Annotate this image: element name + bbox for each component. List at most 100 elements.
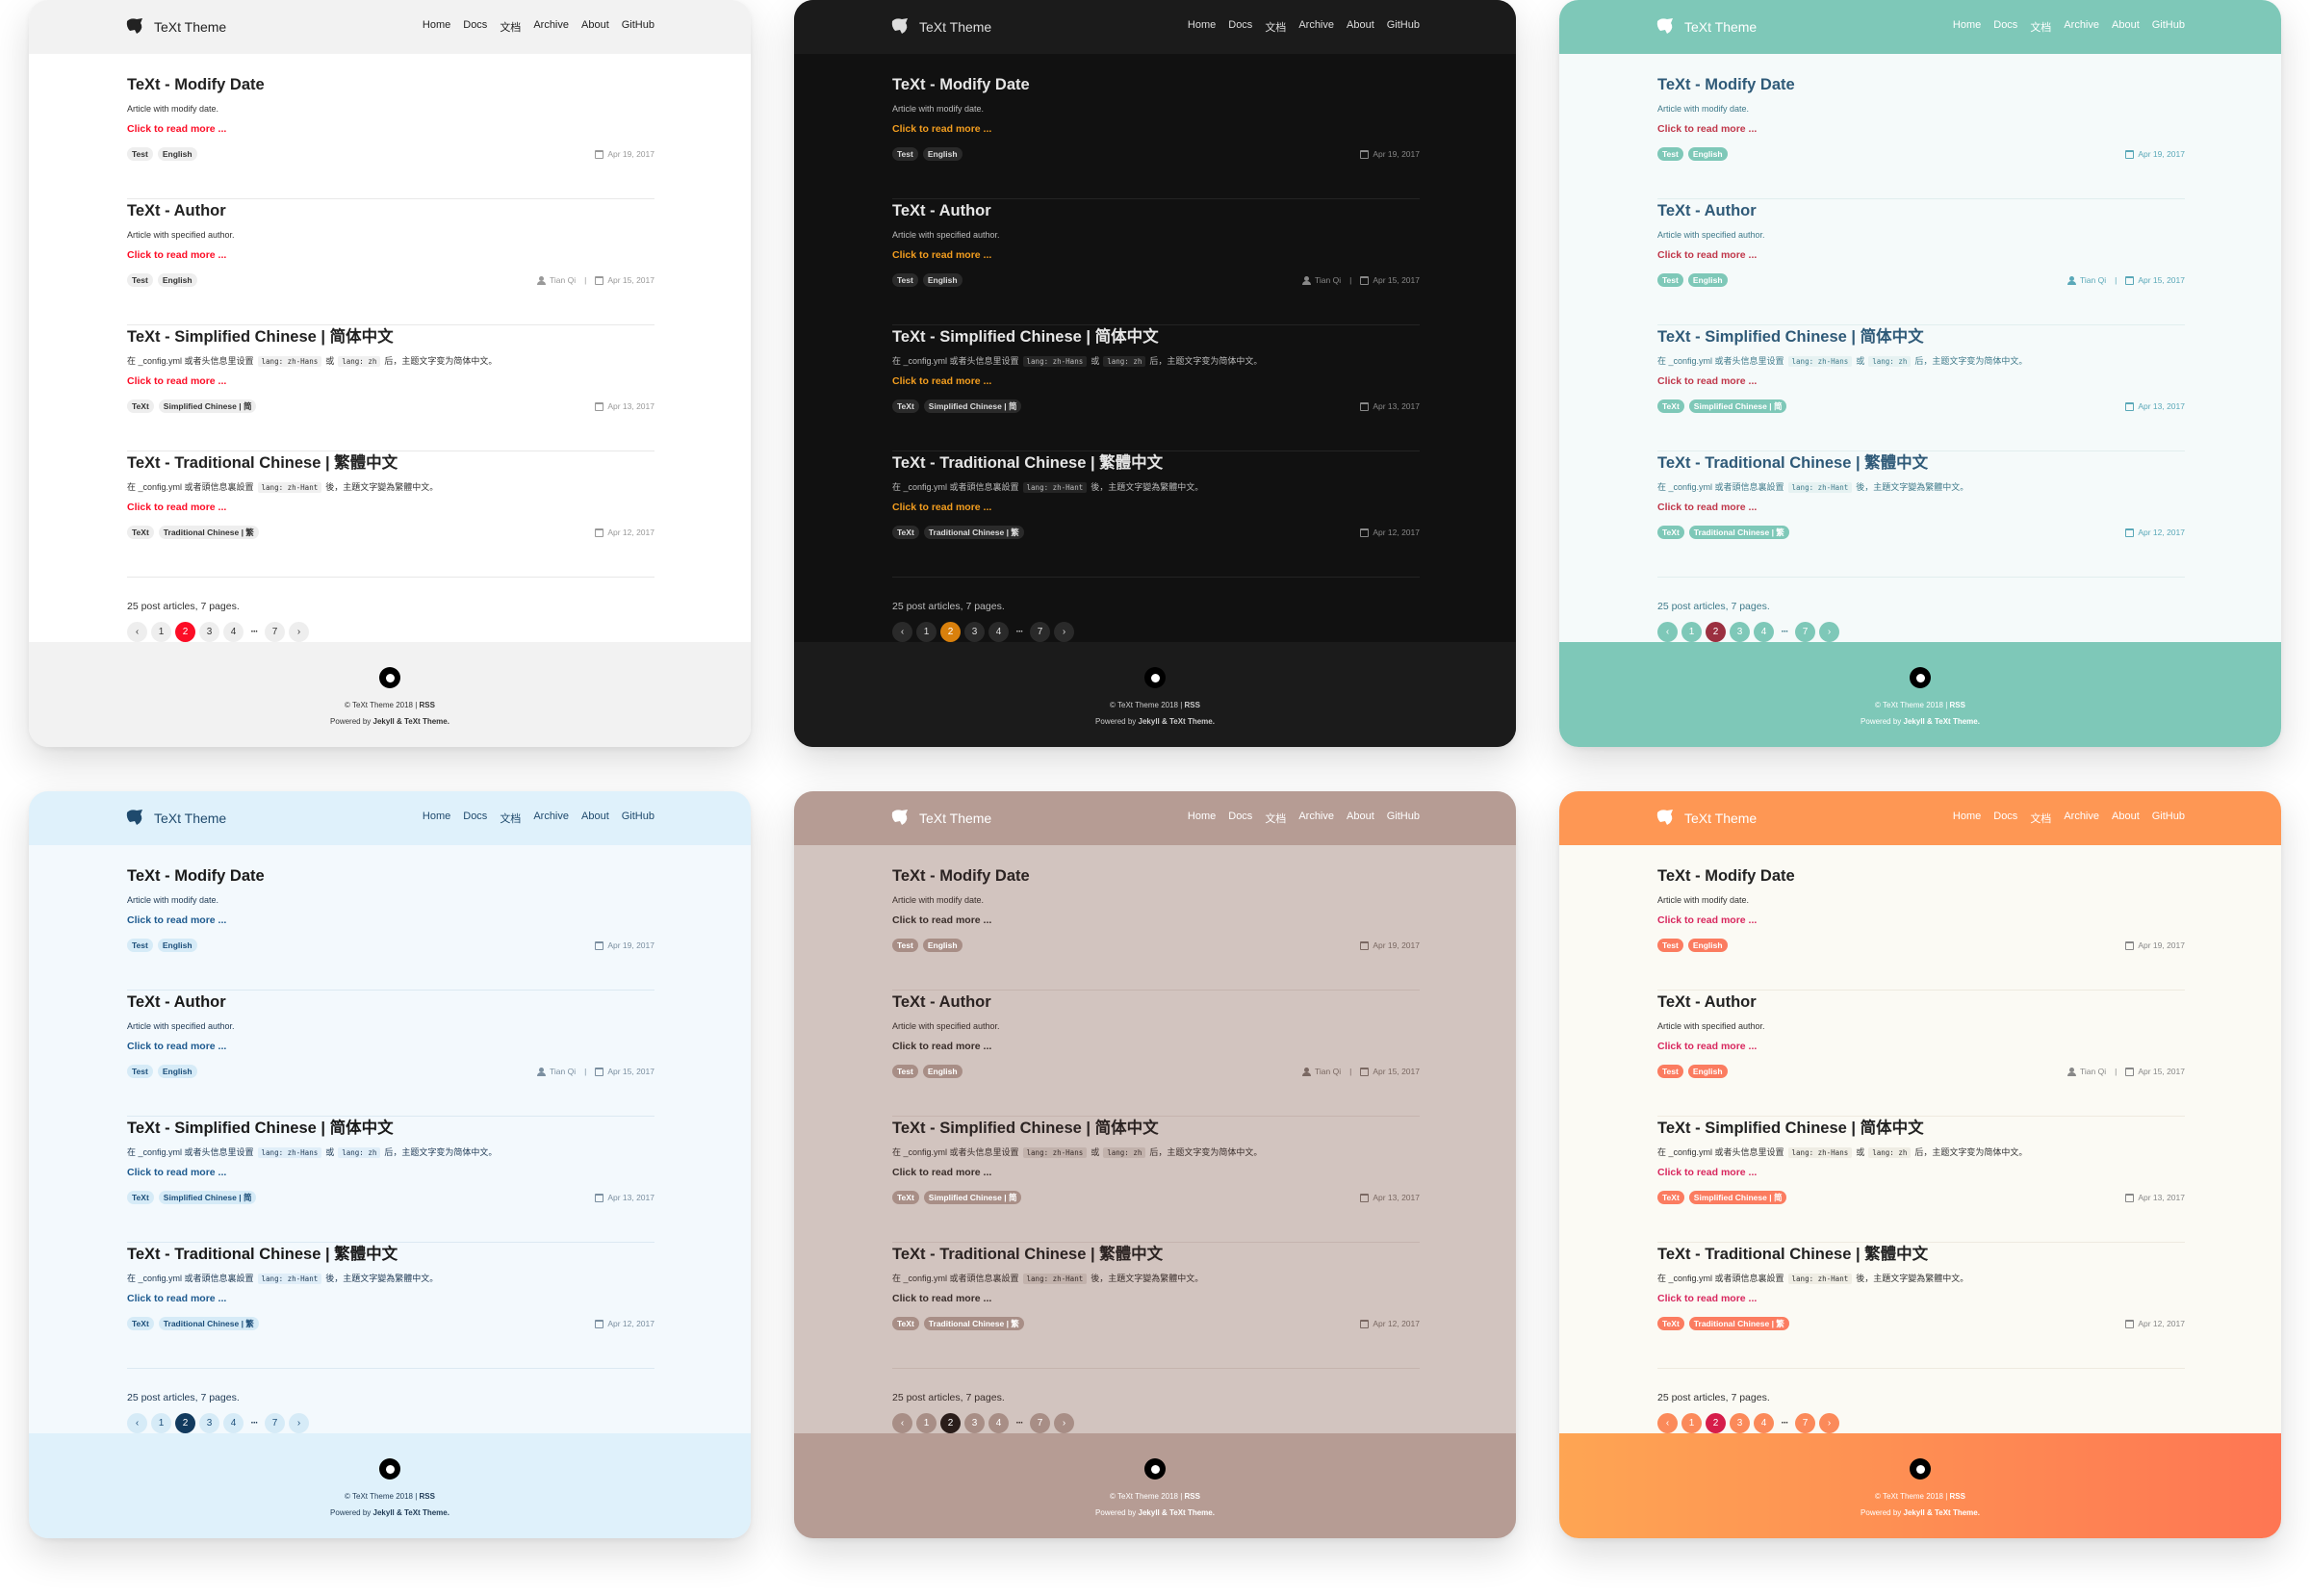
pagination-button[interactable]: 4 — [223, 622, 244, 642]
article-tag[interactable]: English — [922, 1065, 962, 1078]
pagination-button[interactable]: 3 — [199, 622, 219, 642]
site-logo[interactable]: TeXt Theme — [890, 809, 991, 829]
read-more-link[interactable]: Click to read more ... — [892, 375, 1420, 387]
rss-link[interactable]: RSS — [420, 701, 435, 709]
nav-item[interactable]: Home — [423, 19, 450, 35]
pagination-button[interactable]: 2 — [940, 1413, 961, 1433]
article-tag[interactable]: Test — [127, 147, 153, 161]
article-tag[interactable]: English — [157, 939, 197, 952]
read-more-link[interactable]: Click to read more ... — [892, 914, 1420, 926]
pagination-button[interactable]: 3 — [964, 622, 985, 642]
read-more-link[interactable]: Click to read more ... — [127, 1167, 654, 1178]
article-tag[interactable]: Test — [127, 273, 153, 287]
github-icon[interactable] — [1910, 1458, 1931, 1480]
pagination-button[interactable]: 3 — [1730, 1413, 1750, 1433]
read-more-link[interactable]: Click to read more ... — [1657, 502, 2185, 513]
article-tag[interactable]: TeXt — [127, 1191, 154, 1204]
article-tag[interactable]: Test — [892, 147, 918, 161]
article-tag[interactable]: English — [1687, 147, 1728, 161]
pagination-button[interactable]: 7 — [1030, 1413, 1050, 1433]
article-tag[interactable]: TeXt — [892, 526, 919, 539]
pagination-button[interactable]: 2 — [1706, 622, 1726, 642]
pagination-button[interactable]: 3 — [199, 1413, 219, 1433]
powered-link[interactable]: Jekyll & TeXt Theme. — [1139, 1508, 1215, 1517]
nav-item[interactable]: Docs — [1228, 19, 1252, 35]
article-tag[interactable]: Test — [1657, 273, 1683, 287]
article-tag[interactable]: Simplified Chinese | 简 — [1688, 399, 1787, 413]
article-title[interactable]: TeXt - Author — [892, 201, 1420, 220]
nav-item[interactable]: About — [581, 19, 609, 35]
article-tag[interactable]: English — [922, 147, 962, 161]
read-more-link[interactable]: Click to read more ... — [892, 249, 1420, 261]
article-tag[interactable]: Test — [127, 1065, 153, 1078]
article-tag[interactable]: Simplified Chinese | 简 — [923, 1191, 1022, 1204]
read-more-link[interactable]: Click to read more ... — [892, 502, 1420, 513]
nav-item[interactable]: GitHub — [2152, 19, 2185, 35]
article-tag[interactable]: English — [1687, 1065, 1728, 1078]
pagination-button[interactable]: 7 — [265, 1413, 285, 1433]
article-title[interactable]: TeXt - Traditional Chinese | 繁體中文 — [1657, 1245, 2185, 1264]
nav-item[interactable]: Docs — [463, 19, 487, 35]
article-title[interactable]: TeXt - Simplified Chinese | 简体中文 — [127, 327, 654, 347]
nav-item[interactable]: GitHub — [622, 811, 654, 826]
pagination-button[interactable]: ‹ — [1657, 1413, 1678, 1433]
article-tag[interactable]: Traditional Chinese | 繁 — [158, 526, 259, 539]
article-tag[interactable]: Test — [892, 273, 918, 287]
article-title[interactable]: TeXt - Traditional Chinese | 繁體中文 — [892, 1245, 1420, 1264]
pagination-button[interactable]: 7 — [1795, 1413, 1815, 1433]
article-tag[interactable]: English — [922, 273, 962, 287]
article-title[interactable]: TeXt - Simplified Chinese | 简体中文 — [892, 1119, 1420, 1138]
pagination-button[interactable]: 3 — [1730, 622, 1750, 642]
article-tag[interactable]: TeXt — [892, 1191, 919, 1204]
article-tag[interactable]: Simplified Chinese | 简 — [923, 399, 1022, 413]
nav-item[interactable]: Archive — [1298, 811, 1334, 826]
read-more-link[interactable]: Click to read more ... — [127, 502, 654, 513]
site-logo[interactable]: TeXt Theme — [1656, 809, 1757, 829]
article-tag[interactable]: Traditional Chinese | 繁 — [158, 1317, 259, 1330]
site-logo[interactable]: TeXt Theme — [125, 17, 226, 38]
nav-item[interactable]: About — [2112, 811, 2140, 826]
powered-link[interactable]: Jekyll & TeXt Theme. — [373, 717, 449, 726]
powered-link[interactable]: Jekyll & TeXt Theme. — [1904, 1508, 1980, 1517]
article-tag[interactable]: Test — [892, 1065, 918, 1078]
github-icon[interactable] — [1910, 667, 1931, 688]
article-tag[interactable]: Test — [892, 939, 918, 952]
nav-item[interactable]: GitHub — [1387, 811, 1420, 826]
article-tag[interactable]: Test — [127, 939, 153, 952]
article-tag[interactable]: Simplified Chinese | 简 — [158, 399, 257, 413]
nav-item[interactable]: GitHub — [2152, 811, 2185, 826]
article-tag[interactable]: Test — [1657, 147, 1683, 161]
nav-item[interactable]: Home — [1953, 811, 1981, 826]
pagination-button[interactable]: 2 — [940, 622, 961, 642]
article-title[interactable]: TeXt - Simplified Chinese | 简体中文 — [1657, 1119, 2185, 1138]
nav-item[interactable]: 文档 — [2030, 811, 2051, 826]
nav-item[interactable]: 文档 — [2030, 19, 2051, 35]
pagination-button[interactable]: ‹ — [127, 622, 147, 642]
pagination-button[interactable]: › — [1819, 1413, 1839, 1433]
article-tag[interactable]: Test — [1657, 1065, 1683, 1078]
nav-item[interactable]: About — [581, 811, 609, 826]
pagination-button[interactable]: 3 — [964, 1413, 985, 1433]
nav-item[interactable]: GitHub — [622, 19, 654, 35]
pagination-button[interactable]: 4 — [1754, 1413, 1774, 1433]
nav-item[interactable]: Home — [1188, 19, 1216, 35]
pagination-button[interactable]: › — [1819, 622, 1839, 642]
pagination-button[interactable]: 1 — [916, 1413, 937, 1433]
rss-link[interactable]: RSS — [1185, 701, 1200, 709]
read-more-link[interactable]: Click to read more ... — [892, 1041, 1420, 1052]
site-logo[interactable]: TeXt Theme — [890, 17, 991, 38]
article-title[interactable]: TeXt - Author — [892, 992, 1420, 1012]
powered-link[interactable]: Jekyll & TeXt Theme. — [1139, 717, 1215, 726]
read-more-link[interactable]: Click to read more ... — [127, 1293, 654, 1304]
rss-link[interactable]: RSS — [1185, 1492, 1200, 1501]
article-title[interactable]: TeXt - Traditional Chinese | 繁體中文 — [127, 1245, 654, 1264]
article-tag[interactable]: English — [922, 939, 962, 952]
article-title[interactable]: TeXt - Traditional Chinese | 繁體中文 — [1657, 453, 2185, 473]
article-tag[interactable]: Simplified Chinese | 简 — [158, 1191, 257, 1204]
article-tag[interactable]: Traditional Chinese | 繁 — [923, 1317, 1024, 1330]
article-title[interactable]: TeXt - Modify Date — [892, 75, 1420, 94]
article-tag[interactable]: English — [1687, 939, 1728, 952]
article-title[interactable]: TeXt - Author — [1657, 201, 2185, 220]
pagination-button[interactable]: 4 — [1754, 622, 1774, 642]
article-title[interactable]: TeXt - Author — [127, 201, 654, 220]
